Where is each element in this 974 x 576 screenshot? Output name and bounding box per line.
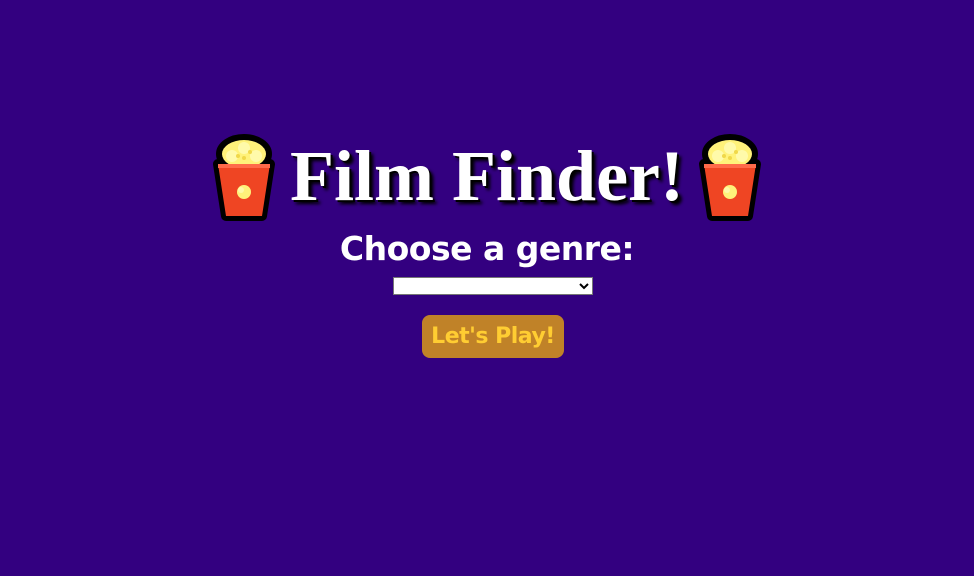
popcorn-icon bbox=[698, 134, 761, 221]
page: Film Finder! Choose a genre: Let's Play! bbox=[0, 0, 974, 576]
page-title: Film Finder! bbox=[290, 136, 684, 216]
genre-select-wrapper bbox=[393, 277, 593, 295]
play-button[interactable]: Let's Play! bbox=[422, 315, 564, 358]
header: Film Finder! bbox=[0, 126, 974, 226]
genre-label: Choose a genre: bbox=[339, 229, 635, 268]
popcorn-icon bbox=[213, 134, 276, 221]
genre-select[interactable] bbox=[393, 277, 593, 295]
